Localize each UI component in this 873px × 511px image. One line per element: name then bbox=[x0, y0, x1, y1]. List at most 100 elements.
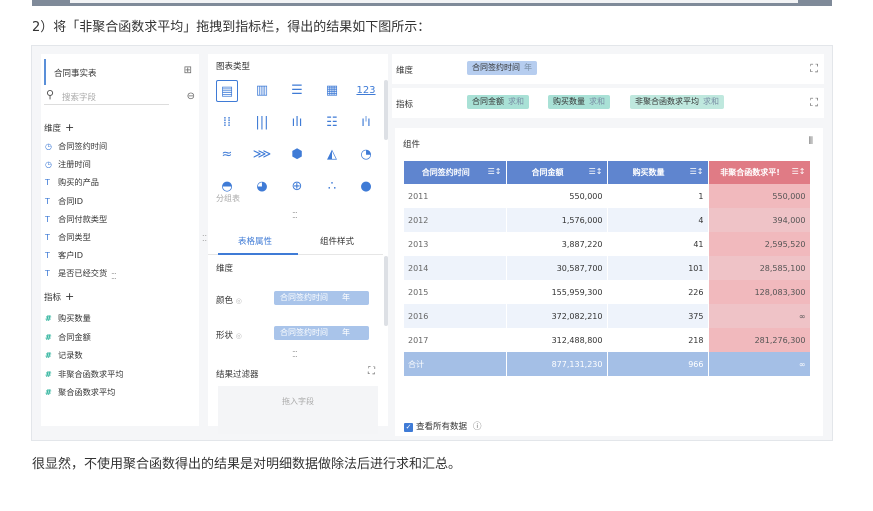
table-total-row: 合计 877,131,230 966 ∞ bbox=[404, 352, 811, 376]
add-measure-icon[interactable]: + bbox=[65, 290, 74, 303]
polygon-chart-icon[interactable]: ⬢ bbox=[286, 144, 308, 166]
chart-type-name: 分组表 bbox=[216, 194, 240, 203]
drag-handle-icon[interactable]: ⁚⁚⁚ bbox=[111, 272, 117, 281]
info-icon[interactable]: ⓘ bbox=[473, 422, 482, 432]
grouped-bar-chart-icon[interactable]: ||| bbox=[251, 112, 273, 134]
dimension-field-label: 合同ID bbox=[58, 195, 84, 206]
dimension-bar-settings-icon[interactable]: ⛶ bbox=[810, 62, 818, 76]
measure-bar-settings-icon[interactable]: ⛶ bbox=[810, 96, 818, 110]
dataset-selector[interactable]: 合同事实表 ⊞ bbox=[44, 59, 194, 85]
measure-chip-quantity[interactable]: 购买数量 求和 bbox=[548, 95, 610, 109]
shape-field-pill[interactable]: 合同签约时间年 bbox=[274, 326, 369, 340]
shape-row: 形状 ◎ 合同签约时间年 bbox=[216, 326, 369, 341]
kpi-number-chart-icon[interactable]: 123 bbox=[355, 80, 377, 102]
header-contract-amount[interactable]: 合同金额 ☰↕ bbox=[506, 161, 608, 184]
dimension-field[interactable]: ◷ 合同签约时间 bbox=[45, 140, 107, 152]
column-settings-icon[interactable]: ⦀ bbox=[809, 136, 813, 147]
component-area: 组件 ⦀ 合同签约时间 ☰↕ 合同金额 ☰↕ 购买数量 ☰↕ 非聚合函数求平! ☰↕ 2… bbox=[395, 128, 823, 436]
measure-field-label: 合同金额 bbox=[58, 331, 91, 342]
header-contract-date[interactable]: 合同签约时间 ☰↕ bbox=[404, 161, 507, 184]
grouped-table-chart-icon[interactable]: ▤ bbox=[216, 80, 238, 102]
checkbox-icon[interactable]: ✓ bbox=[404, 423, 413, 432]
measure-field[interactable]: # 记录数 bbox=[45, 349, 83, 361]
tab-component-style[interactable]: 组件样式 bbox=[320, 235, 354, 247]
measure-bar-label: 指标 bbox=[396, 100, 414, 110]
gauge-chart-icon[interactable]: ◔ bbox=[355, 144, 377, 166]
switch-dataset-icon[interactable]: ⊞ bbox=[184, 65, 192, 76]
table-cell: 218 bbox=[607, 328, 709, 352]
measure-field[interactable]: # 聚合函数求平均 bbox=[45, 386, 115, 398]
measure-field-label: 聚合函数求平均 bbox=[58, 387, 116, 397]
measure-chip-amount[interactable]: 合同金额 求和 bbox=[467, 95, 529, 109]
dimension-chip[interactable]: 合同签约时间年 bbox=[467, 61, 537, 75]
left-panel-splitter[interactable]: ⁚⁚ bbox=[202, 234, 207, 243]
measure-chip-nonagg-avg[interactable]: 非聚合函数求平均 求和 bbox=[630, 95, 724, 109]
dimension-field[interactable]: T 购买的产品 bbox=[45, 176, 99, 188]
stacked-bar-chart-icon[interactable]: ıˡı bbox=[355, 112, 377, 134]
dimension-field-label: 合同签约时间 bbox=[58, 141, 108, 151]
table-cell: 550,000 bbox=[506, 184, 608, 208]
tab-table-properties[interactable]: 表格属性 bbox=[238, 235, 272, 247]
table-cell: 2011 bbox=[404, 184, 507, 208]
view-all-data-checkbox[interactable]: ✓ 查看所有数据 ⓘ bbox=[404, 420, 482, 432]
measure-field[interactable]: # 合同金额 bbox=[45, 331, 91, 343]
chart-config-panel: 图表类型 ▤ ▥ ☰ ▦ 123 ⁞⁞ ||| ılı ☷ ıˡı ≈ ⋙ ⬢ … bbox=[208, 54, 388, 434]
dimension-field[interactable]: T 是否已经交货 bbox=[45, 267, 107, 279]
crosstab-chart-icon[interactable]: ☰ bbox=[286, 80, 308, 102]
table-cell: ∞ bbox=[708, 304, 811, 328]
rose-chart-icon[interactable]: ◕ bbox=[251, 176, 273, 198]
sort-icon[interactable]: ☰↕ bbox=[690, 167, 704, 176]
dot-bar-chart-icon[interactable]: ⁞⁞ bbox=[216, 112, 238, 134]
color-field-pill[interactable]: 合同签约时间年 bbox=[274, 291, 369, 305]
area-chart-icon[interactable]: ◭ bbox=[321, 144, 343, 166]
dimension-field[interactable]: T 合同ID bbox=[45, 195, 83, 207]
dimension-section-header: 维度 + bbox=[44, 121, 75, 134]
tile-chart-icon[interactable]: ▦ bbox=[321, 80, 343, 102]
column-chart-icon[interactable]: ılı bbox=[286, 112, 308, 134]
zigzag-line-chart-icon[interactable]: ⋙ bbox=[251, 144, 273, 166]
dimension-field[interactable]: T 合同付款类型 bbox=[45, 213, 107, 225]
measure-field-label: 购买数量 bbox=[58, 313, 91, 323]
dimension-field[interactable]: ◷ 注册时间 bbox=[45, 158, 91, 170]
sort-icon[interactable]: ☰↕ bbox=[488, 167, 502, 176]
dimension-bar-label: 维度 bbox=[396, 66, 414, 76]
horizontal-bar-chart-icon[interactable]: ☷ bbox=[321, 112, 343, 134]
sort-icon[interactable]: ☰↕ bbox=[792, 167, 806, 176]
table-cell: 1 bbox=[607, 184, 709, 208]
table-row: 2017 312,488,800 218 281,276,300 bbox=[404, 328, 811, 352]
config-scrollbar[interactable] bbox=[384, 256, 388, 326]
table-cell: 1,576,000 bbox=[506, 208, 608, 232]
dimension-field[interactable]: T 客户ID bbox=[45, 249, 83, 261]
filter-resize-handle[interactable]: ⁚⁚⁚ bbox=[292, 350, 298, 359]
radar-chart-icon[interactable]: ⊕ bbox=[286, 176, 308, 198]
dimension-field-label: 是否已经交货 bbox=[58, 268, 108, 279]
detail-table-chart-icon[interactable]: ▥ bbox=[251, 80, 273, 102]
table-cell: 394,000 bbox=[708, 208, 811, 232]
scatter-chart-icon[interactable]: ∴ bbox=[321, 176, 343, 198]
component-label: 组件 bbox=[403, 140, 421, 150]
header-nonagg-avg[interactable]: 非聚合函数求平! ☰↕ bbox=[708, 161, 811, 184]
bubble-chart-icon[interactable]: ● bbox=[355, 176, 377, 198]
config-dimension-label: 维度 bbox=[216, 264, 234, 274]
chart-type-scrollbar[interactable] bbox=[384, 80, 388, 140]
filter-drop-zone[interactable]: 拖入字段 bbox=[218, 386, 378, 434]
search-placeholder: 搜索字段 bbox=[62, 93, 97, 103]
add-dimension-icon[interactable]: + bbox=[65, 121, 74, 134]
panel-resize-handle[interactable]: ⁚⁚⁚ bbox=[292, 211, 298, 220]
field-search[interactable]: ⚲ 搜索字段 bbox=[44, 87, 169, 105]
dimension-field-label: 合同类型 bbox=[58, 232, 91, 242]
measure-field[interactable]: # 非聚合函数求平均 bbox=[45, 368, 124, 380]
dimension-field-label: 注册时间 bbox=[58, 159, 91, 170]
table-cell: 128,083,300 bbox=[708, 280, 811, 304]
filter-settings-icon[interactable]: ⛶ bbox=[368, 366, 375, 377]
measure-field[interactable]: # 购买数量 bbox=[45, 312, 91, 324]
dimension-bar: 维度 合同签约时间年 ⛶ bbox=[392, 54, 824, 84]
table-cell: 28,585,100 bbox=[708, 256, 811, 280]
table-cell: 372,082,210 bbox=[506, 304, 608, 328]
header-quantity[interactable]: 购买数量 ☰↕ bbox=[607, 161, 709, 184]
table-cell: 2016 bbox=[404, 304, 507, 328]
dimension-field[interactable]: T 合同类型 bbox=[45, 231, 91, 243]
line-chart-icon[interactable]: ≈ bbox=[216, 144, 238, 166]
more-options-icon[interactable]: ⊖ bbox=[187, 91, 195, 102]
sort-icon[interactable]: ☰↕ bbox=[589, 167, 603, 176]
